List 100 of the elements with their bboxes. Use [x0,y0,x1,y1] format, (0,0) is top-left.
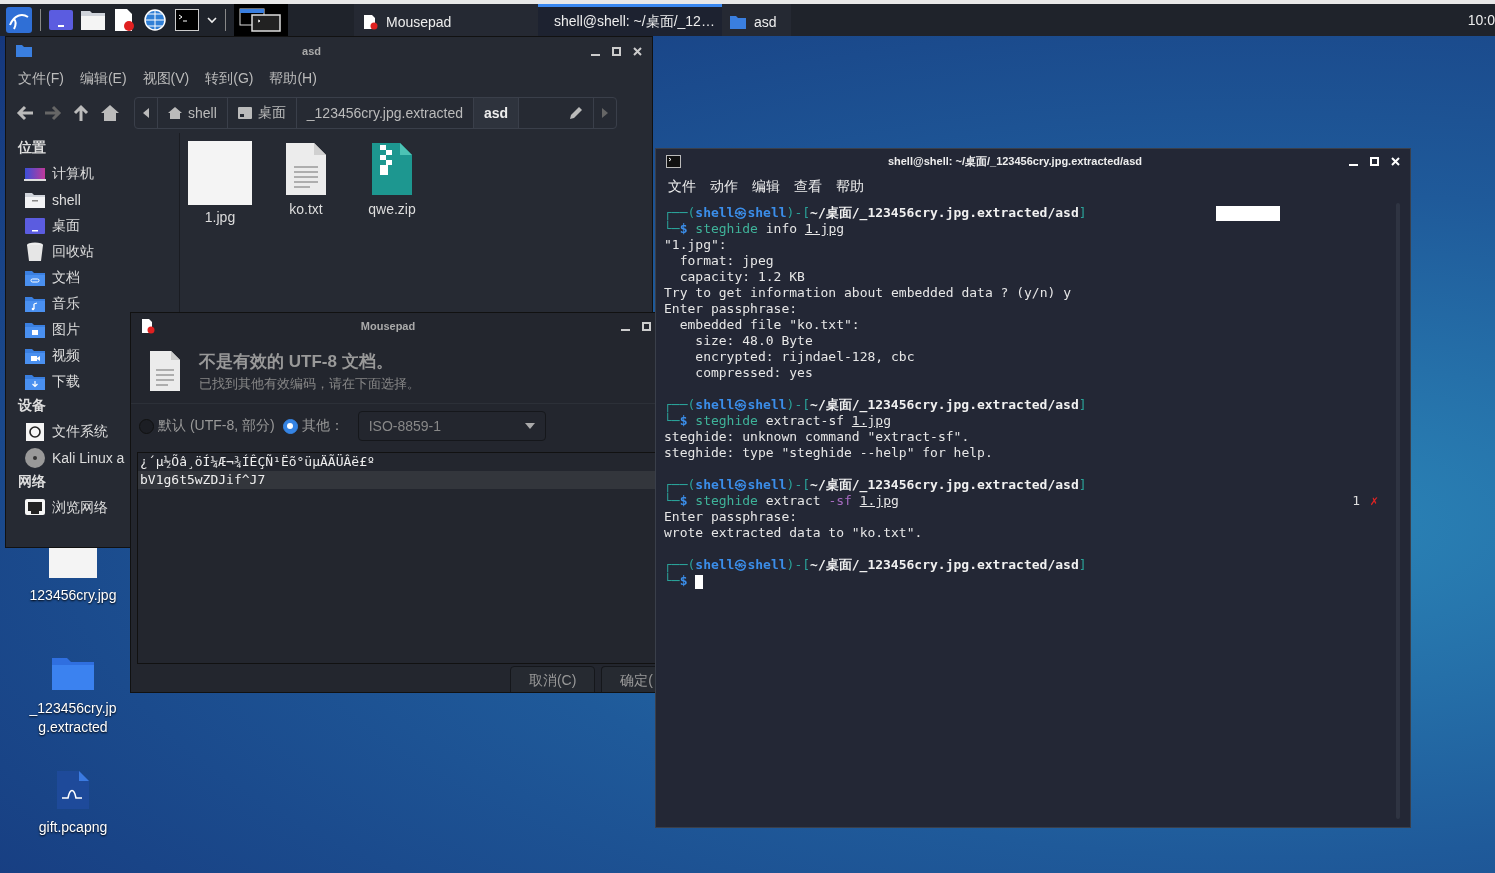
sidebar-item[interactable]: 桌面 [52,217,80,235]
menu-item[interactable]: 编辑 [752,178,780,196]
dialog-button[interactable]: 取消(C) [509,666,596,692]
desktop-icon-label[interactable]: 123456cry.jpg [28,586,118,605]
globe-icon[interactable] [143,8,167,32]
encoding-radio[interactable]: 其他： [282,417,344,435]
sidebar-item[interactable]: 视频 [52,347,80,365]
sidebar-item[interactable]: 计算机 [52,165,94,183]
folder-icon [730,14,746,29]
path-button[interactable]: asd [474,98,520,128]
downloads-folder-icon [24,373,46,391]
prompt-line: ┌──(shell㉿shell)-[~/桌面/_123456cry.jpg.extracted/asd] [664,477,1087,493]
sidebar-item[interactable]: 下载 [52,373,80,391]
radio-indicator[interactable] [139,418,154,434]
folder-icon[interactable] [81,10,105,30]
up-arrow-icon[interactable] [72,104,90,122]
file-name[interactable]: ko.txt [289,201,323,217]
desktop-icon [237,107,252,119]
sidebar-item[interactable]: 浏览网络 [52,499,108,517]
output-line: "1.jpg": [664,237,727,253]
workspace-switcher[interactable] [234,4,288,36]
window-title: shell@shell: ~/桌面/_123456cry.jpg.extracted/asd [886,153,1144,169]
home-icon[interactable] [100,104,120,122]
output-line: Enter passphrase: [664,509,798,525]
encoding-radio[interactable]: 默认 (UTF-8, 部分) [139,417,275,435]
back-arrow-icon[interactable] [16,105,34,121]
sidebar-heading: 位置 [18,139,47,157]
menu-item[interactable]: 转到(G) [205,70,254,88]
text-file-icon [284,141,328,197]
right-caret-icon[interactable] [602,108,609,118]
window-title: asd [301,45,322,57]
dialog-button[interactable]: 确定( [601,666,655,692]
sidebar-item[interactable]: 回收站 [52,243,94,261]
file-name[interactable]: qwe.zip [368,201,416,217]
edit-pencil-icon[interactable] [569,106,584,120]
menu-item[interactable]: 查看 [794,178,822,196]
path-button[interactable]: 桌面 [227,98,297,128]
menu-item[interactable]: 视图(V) [142,70,190,88]
sidebar-item[interactable]: 文件系统 [52,423,108,441]
output-line: format: jpeg [678,253,774,269]
file-name[interactable]: 1.jpg [204,209,236,225]
terminal-icon[interactable] [175,9,199,31]
desktop-icon[interactable] [49,10,73,30]
blank-patch [1216,206,1280,221]
close-icon[interactable] [633,46,642,56]
trash-icon [24,242,46,262]
taskbar-window-button[interactable]: Mousepad [354,4,538,36]
window-title: Mousepad [359,320,417,332]
taskbar-window-button[interactable]: asd [722,4,791,36]
computer-icon [24,165,46,183]
sidebar-heading: 设备 [18,397,47,415]
encoding-dropdown[interactable]: ISO-8859-1 [357,411,546,441]
maximize-icon[interactable] [612,46,621,56]
text-file-icon [149,350,181,392]
error-mark: ✗ [1370,493,1378,509]
music-folder-icon [24,295,46,313]
menu-item[interactable]: 文件 [668,178,696,196]
forward-arrow-icon[interactable] [44,105,62,121]
left-caret-icon[interactable] [143,108,149,118]
sidebar-item[interactable]: shell [52,192,81,208]
output-line: capacity: 1.2 KB [678,269,805,285]
command-line: └─$ steghide info 1.jpg [664,221,845,237]
zip-file-icon [370,141,414,197]
image-thumbnail [49,548,97,578]
documents-folder-icon [24,269,46,287]
sidebar-item[interactable]: Kali Linux a [52,450,125,466]
editor-icon[interactable] [113,8,135,32]
disc-icon [24,447,46,469]
sidebar-item[interactable]: 图片 [52,321,80,339]
desktop-icon-label[interactable]: _123456cry.jpg.extracted [28,699,118,737]
caret-icon[interactable] [207,16,217,24]
editor-icon [141,318,155,334]
dropdown-caret-icon [524,423,535,429]
radio-indicator[interactable] [282,418,298,434]
desktop-icon-label[interactable]: gift.pcapng [28,818,118,837]
folder-icon [16,45,32,57]
menu-item[interactable]: 编辑(E) [79,70,127,88]
output-line: embedded file "ko.txt": [678,317,860,333]
output-line: encrypted: rijndael-128, cbc [694,349,915,365]
dialog-message: 已找到其他有效编码，请在下面选择。 [199,374,420,393]
dragon-logo-icon[interactable] [6,7,32,33]
prompt-line: ┌──(shell㉿shell)-[~/桌面/_123456cry.jpg.extracted/asd] [664,397,1087,413]
exit-code: 1 [1352,493,1361,509]
taskbar-window-button[interactable]: shell@shell: ~/桌面/_12… [538,4,722,36]
maximize-icon[interactable] [642,321,651,331]
path-button[interactable]: shell [158,98,228,128]
path-button[interactable]: _123456cry.jpg.extracted [296,98,474,128]
preview-line: ¿´µ½Õâ¸öÍ¼Æ¬¾ÍÊÇÑ¹Ëõ°üµÄÃÜÂë£º [139,453,376,471]
menu-item[interactable]: 帮助(H) [269,70,317,88]
dialog-heading: 不是有效的 UTF-8 文档。 [199,350,394,373]
sidebar-item[interactable]: 音乐 [52,295,80,313]
prompt-line: ┌──(shell㉿shell)-[~/桌面/_123456cry.jpg.extracted/asd] [664,205,1087,221]
menu-item[interactable]: 动作 [710,178,738,196]
drive-icon [24,422,46,442]
menu-item[interactable]: 帮助 [836,178,864,196]
sidebar-item[interactable]: 文档 [52,269,80,287]
output-line: steghide: type "steghide --help" for help. [664,445,993,461]
output-line: steghide: unknown command "extract-sf". [664,429,970,445]
home-folder-icon [24,191,46,209]
menu-item[interactable]: 文件(F) [18,70,64,88]
